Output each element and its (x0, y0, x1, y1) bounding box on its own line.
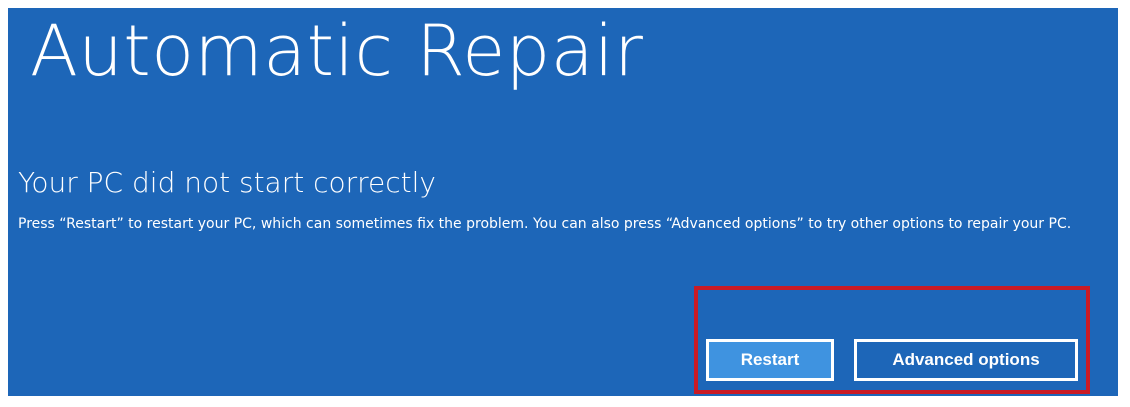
page-title: Automatic Repair (30, 10, 644, 92)
repair-instructions: Press “Restart” to restart your PC, whic… (18, 216, 1072, 232)
advanced-options-button[interactable]: Advanced options (854, 339, 1078, 381)
restart-button[interactable]: Restart (706, 339, 834, 381)
error-heading: Your PC did not start correctly (18, 166, 436, 199)
automatic-repair-screen: Automatic Repair Your PC did not start c… (8, 8, 1118, 396)
